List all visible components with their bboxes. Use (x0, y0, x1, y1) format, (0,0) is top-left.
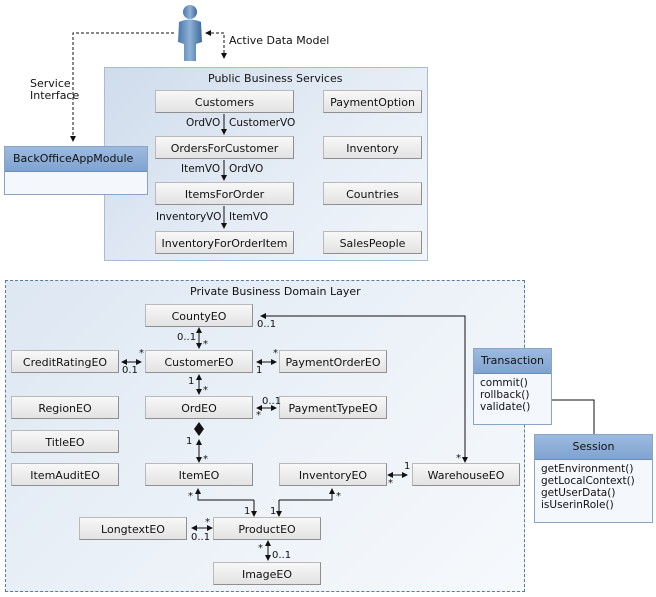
transaction-op: validate() (480, 401, 531, 413)
mult-inventory-warehouse-warehouse: 1 (404, 461, 411, 472)
back-office-title: BackOfficeAppModule (5, 147, 147, 172)
public-services-title: Public Business Services (208, 72, 343, 85)
mult-credit-customer-customer: * (139, 348, 144, 359)
mult-item-product-product: 1 (244, 506, 251, 517)
mult-inventory-product-inventory: * (336, 491, 341, 502)
vo-link-3-right: ItemVO (229, 211, 269, 223)
transaction-op: commit() (480, 377, 528, 389)
county-warehouse-line (260, 313, 466, 462)
service-customers[interactable]: Customers (155, 90, 294, 113)
entity-customer[interactable]: CustomerEO (145, 350, 253, 373)
entity-payment-order[interactable]: PaymentOrderEO (279, 350, 387, 373)
entity-product[interactable]: ProductEO (213, 517, 321, 540)
mult-credit-customer-credit: 0.1 (122, 365, 138, 376)
back-office-app-module[interactable]: BackOfficeAppModule (4, 146, 148, 195)
mult-county-customer-county: 0..1 (177, 332, 197, 343)
service-orders-for-customer[interactable]: OrdersForCustomer (155, 136, 294, 159)
session-op: getLocalContext() (541, 475, 635, 487)
service-interface-label: Service Interface (30, 77, 80, 102)
session-class[interactable]: Session getEnvironment() getLocalContext… (534, 434, 653, 523)
mult-product-image-product: * (258, 543, 263, 554)
mult-customer-payorder-customer: 1 (256, 365, 263, 376)
vo-link-2-right: OrdVO (229, 163, 264, 175)
mult-longtext-product-longtext: 0..1 (191, 532, 211, 543)
mult-ord-paytype-ord: * (256, 410, 261, 421)
entity-region[interactable]: RegionEO (11, 396, 119, 419)
transaction-class[interactable]: Transaction commit() rollback() validate… (473, 348, 552, 425)
mult-customer-ord-ord: * (203, 385, 208, 396)
entity-title[interactable]: TitleEO (11, 430, 119, 453)
mult-longtext-product-product: * (205, 517, 210, 528)
mult-inventory-product-product: 1 (270, 506, 277, 517)
mult-ord-item-ord: 1 (186, 436, 193, 447)
entity-county[interactable]: CountyEO (145, 304, 253, 327)
mult-inventory-warehouse-inventory: * (388, 478, 393, 489)
entity-warehouse[interactable]: WarehouseEO (412, 463, 520, 486)
vo-link-1-right: CustomerVO (229, 117, 296, 129)
service-items-for-order[interactable]: ItemsForOrder (155, 182, 294, 205)
entity-ord[interactable]: OrdEO (145, 396, 253, 419)
mult-item-product-item: * (188, 491, 193, 502)
session-title: Session (535, 435, 652, 460)
service-countries[interactable]: Countries (323, 182, 422, 205)
entity-credit-rating[interactable]: CreditRatingEO (11, 350, 119, 373)
mult-county-customer-customer: * (203, 339, 208, 350)
entity-item-audit[interactable]: ItemAuditEO (11, 463, 119, 486)
transaction-op: rollback() (480, 389, 530, 401)
vo-link-3-left: InventoryVO (156, 211, 222, 223)
mult-customer-ord-customer: 1 (188, 376, 195, 387)
service-interface-line (70, 32, 174, 142)
entity-image[interactable]: ImageEO (213, 562, 321, 585)
mult-county-warehouse-county: 0..1 (257, 319, 277, 330)
mult-ord-paytype-paytype: 0..1 (262, 396, 282, 407)
domain-layer-title: Private Business Domain Layer (190, 285, 361, 298)
session-op: getEnvironment() (541, 463, 634, 475)
transaction-title: Transaction (474, 349, 551, 374)
service-inventory[interactable]: Inventory (323, 136, 422, 159)
entity-inventory[interactable]: InventoryEO (279, 463, 387, 486)
vo-link-1-left: OrdVO (186, 117, 221, 129)
entity-longtext[interactable]: LongtextEO (79, 517, 187, 540)
transaction-session-line (551, 399, 595, 434)
vo-link-2-left: ItemVO (181, 163, 221, 175)
session-op: isUserinRole() (541, 499, 614, 511)
session-operations: getEnvironment() getLocalContext() getUs… (535, 460, 652, 514)
mult-county-warehouse-warehouse: * (456, 453, 461, 464)
entity-payment-type[interactable]: PaymentTypeEO (279, 396, 387, 419)
service-sales-people[interactable]: SalesPeople (323, 231, 422, 254)
service-inventory-for-order-item[interactable]: InventoryForOrderItem (155, 231, 294, 254)
session-op: getUserData() (541, 487, 616, 499)
service-payment-option[interactable]: PaymentOption (323, 90, 422, 113)
mult-ord-item-item: * (203, 454, 208, 465)
user-icon (178, 5, 202, 61)
transaction-operations: commit() rollback() validate() (474, 374, 551, 416)
entity-item[interactable]: ItemEO (145, 463, 253, 486)
ord-composition-diamond (194, 422, 204, 436)
mult-customer-payorder-payorder: * (273, 348, 278, 359)
active-data-model-label: Active Data Model (229, 34, 330, 47)
mult-product-image-image: 0..1 (272, 550, 292, 561)
